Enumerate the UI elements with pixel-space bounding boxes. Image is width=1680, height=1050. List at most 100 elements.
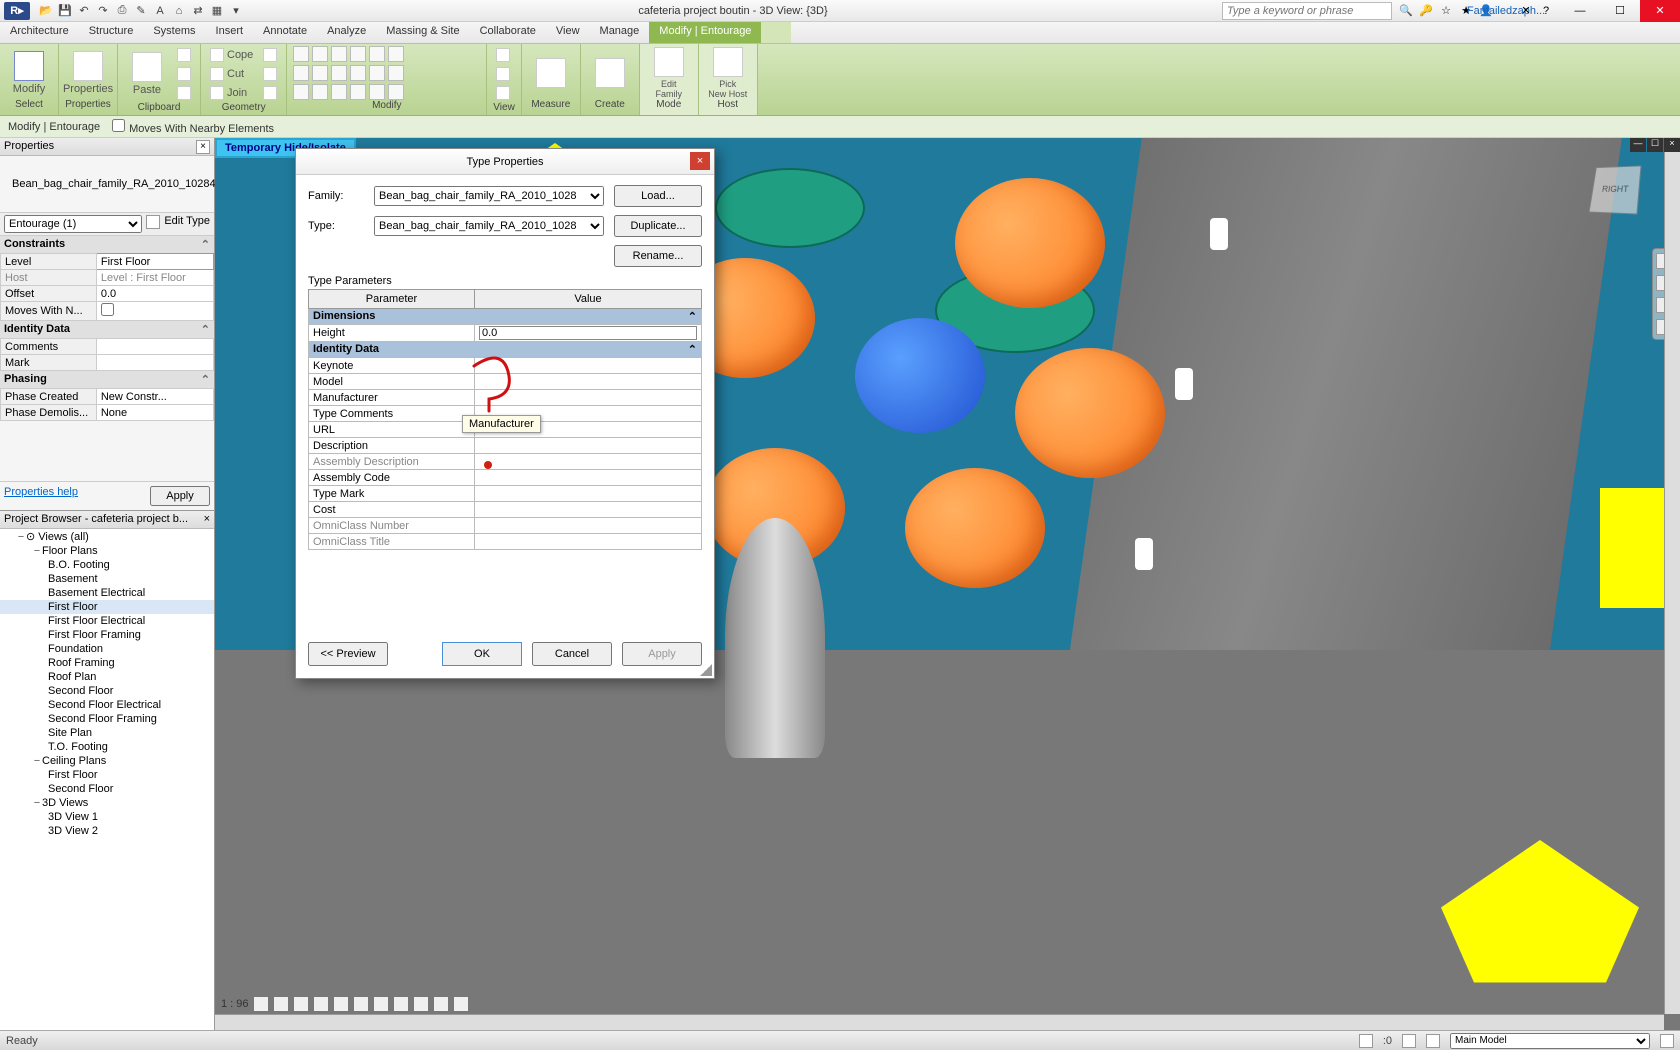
tab-annotate[interactable]: Annotate: [253, 22, 317, 43]
exchange-icon[interactable]: ✕: [1518, 3, 1534, 19]
level-value[interactable]: First Floor: [96, 254, 213, 270]
edit-type-label[interactable]: Edit Type: [164, 215, 210, 233]
geom-tool-2[interactable]: [260, 65, 280, 83]
rename-button[interactable]: Rename...: [614, 245, 702, 267]
maximize-button[interactable]: ☐: [1600, 0, 1640, 22]
offset-value[interactable]: 0.0: [96, 286, 213, 302]
design-options-icon[interactable]: [1660, 1034, 1674, 1048]
worksharing-icon[interactable]: [453, 996, 469, 1012]
fp-item[interactable]: Basement: [0, 572, 214, 586]
print-icon[interactable]: ⎙: [114, 3, 130, 19]
sun-path-icon[interactable]: [293, 996, 309, 1012]
section-identity[interactable]: Identity Data⌃: [0, 321, 214, 338]
detail-level-icon[interactable]: [253, 996, 269, 1012]
reveal-hidden-icon[interactable]: [433, 996, 449, 1012]
open-icon[interactable]: 📂: [38, 3, 54, 19]
threed-item[interactable]: 3D View 1: [0, 810, 214, 824]
comments-value[interactable]: [96, 339, 213, 355]
cut-button[interactable]: Cut: [207, 65, 256, 83]
status-icon-1[interactable]: [1359, 1034, 1373, 1048]
views-node[interactable]: −⊙ Views (all): [0, 529, 214, 544]
tool-e-icon[interactable]: [369, 84, 385, 100]
offset-icon[interactable]: [312, 46, 328, 62]
tab-systems[interactable]: Systems: [143, 22, 205, 43]
close-button[interactable]: ✕: [1640, 0, 1680, 22]
tab-architecture[interactable]: Architecture: [0, 22, 79, 43]
keynote-value[interactable]: [474, 358, 701, 374]
apply-button[interactable]: Apply: [150, 486, 210, 506]
status-icon-2[interactable]: [1402, 1034, 1416, 1048]
tab-modify-entourage[interactable]: Modify | Entourage: [649, 22, 761, 43]
phase-created-value[interactable]: New Constr...: [96, 389, 213, 405]
visual-style-icon[interactable]: [273, 996, 289, 1012]
measure-tool[interactable]: [528, 58, 574, 88]
close-properties-icon[interactable]: ×: [196, 140, 210, 154]
geom-tool-1[interactable]: [260, 46, 280, 64]
fp-item[interactable]: Second Floor Electrical: [0, 698, 214, 712]
tab-analyze[interactable]: Analyze: [317, 22, 376, 43]
view-close[interactable]: ×: [1664, 138, 1680, 152]
fp-item[interactable]: T.O. Footing: [0, 740, 214, 754]
binoculars-icon[interactable]: 🔍: [1398, 3, 1414, 19]
fp-item[interactable]: Foundation: [0, 642, 214, 656]
cut-clipboard[interactable]: [174, 46, 194, 64]
edit-type-button[interactable]: [146, 215, 160, 229]
scale-label[interactable]: 1 : 96: [221, 998, 249, 1010]
match-type[interactable]: [174, 84, 194, 102]
ceiling-plans-node[interactable]: −Ceiling Plans: [0, 754, 214, 768]
rotate-icon[interactable]: [388, 46, 404, 62]
cost-value[interactable]: [474, 502, 701, 518]
tab-collaborate[interactable]: Collaborate: [470, 22, 546, 43]
family-select[interactable]: Bean_bag_chair_family_RA_2010_1028: [374, 186, 604, 206]
save-icon[interactable]: 💾: [57, 3, 73, 19]
text-icon[interactable]: A: [152, 3, 168, 19]
dropdown-icon[interactable]: ▾: [228, 3, 244, 19]
properties-help-link[interactable]: Properties help: [4, 486, 78, 506]
dialog-title-bar[interactable]: Type Properties ×: [296, 149, 714, 175]
threed-views-node[interactable]: −3D Views: [0, 796, 214, 810]
workset-select[interactable]: Main Model: [1450, 1033, 1650, 1049]
scrollbar-vertical[interactable]: [1664, 152, 1680, 1014]
pick-new-host-button[interactable]: Pick New Host: [705, 47, 751, 99]
mark-value[interactable]: [96, 355, 213, 371]
cancel-button[interactable]: Cancel: [532, 642, 612, 666]
fp-item[interactable]: Roof Plan: [0, 670, 214, 684]
model-value[interactable]: [474, 374, 701, 390]
undo-icon[interactable]: ↶: [76, 3, 92, 19]
tool-c-icon[interactable]: [331, 84, 347, 100]
array-icon[interactable]: [331, 65, 347, 81]
trim-icon[interactable]: [293, 65, 309, 81]
join-button[interactable]: Join: [207, 84, 256, 102]
fp-item[interactable]: First Floor: [0, 600, 214, 614]
create-tool[interactable]: [587, 58, 633, 88]
instance-selector[interactable]: Entourage (1): [4, 215, 142, 233]
modify-tool[interactable]: Modify: [6, 51, 52, 95]
edit-family-button[interactable]: Edit Family: [646, 47, 692, 99]
geom-tool-3[interactable]: [260, 84, 280, 102]
fp-item[interactable]: Site Plan: [0, 726, 214, 740]
scrollbar-horizontal[interactable]: [215, 1014, 1664, 1030]
fp-item[interactable]: First Floor Framing: [0, 628, 214, 642]
viewport[interactable]: Temporary Hide/Isolate — ☐ × RIGHT 1 : 9…: [215, 138, 1680, 1030]
fp-item[interactable]: B.O. Footing: [0, 558, 214, 572]
floor-plans-node[interactable]: −Floor Plans: [0, 544, 214, 558]
tab-view[interactable]: View: [546, 22, 590, 43]
phase-demolished-value[interactable]: None: [96, 405, 213, 421]
cp-item[interactable]: Second Floor: [0, 782, 214, 796]
fp-item[interactable]: First Floor Electrical: [0, 614, 214, 628]
mirror-icon[interactable]: [331, 46, 347, 62]
resize-grip[interactable]: [700, 664, 712, 676]
threed-item[interactable]: 3D View 2: [0, 824, 214, 838]
load-button[interactable]: Load...: [614, 185, 702, 207]
measure-icon[interactable]: ✎: [133, 3, 149, 19]
search-input[interactable]: [1222, 2, 1392, 20]
pin-icon[interactable]: [369, 65, 385, 81]
app-icon[interactable]: R▸: [4, 2, 30, 20]
temp-hide-icon[interactable]: [413, 996, 429, 1012]
dialog-close-button[interactable]: ×: [690, 152, 710, 170]
type-selector[interactable]: Bean_bag_chair_family_RA_2010_10284: [0, 156, 214, 212]
moves-with-elements-checkbox[interactable]: Moves With Nearby Elements: [112, 119, 274, 135]
align-icon[interactable]: [293, 46, 309, 62]
home-icon[interactable]: ⌂: [171, 3, 187, 19]
tool-f-icon[interactable]: [388, 84, 404, 100]
